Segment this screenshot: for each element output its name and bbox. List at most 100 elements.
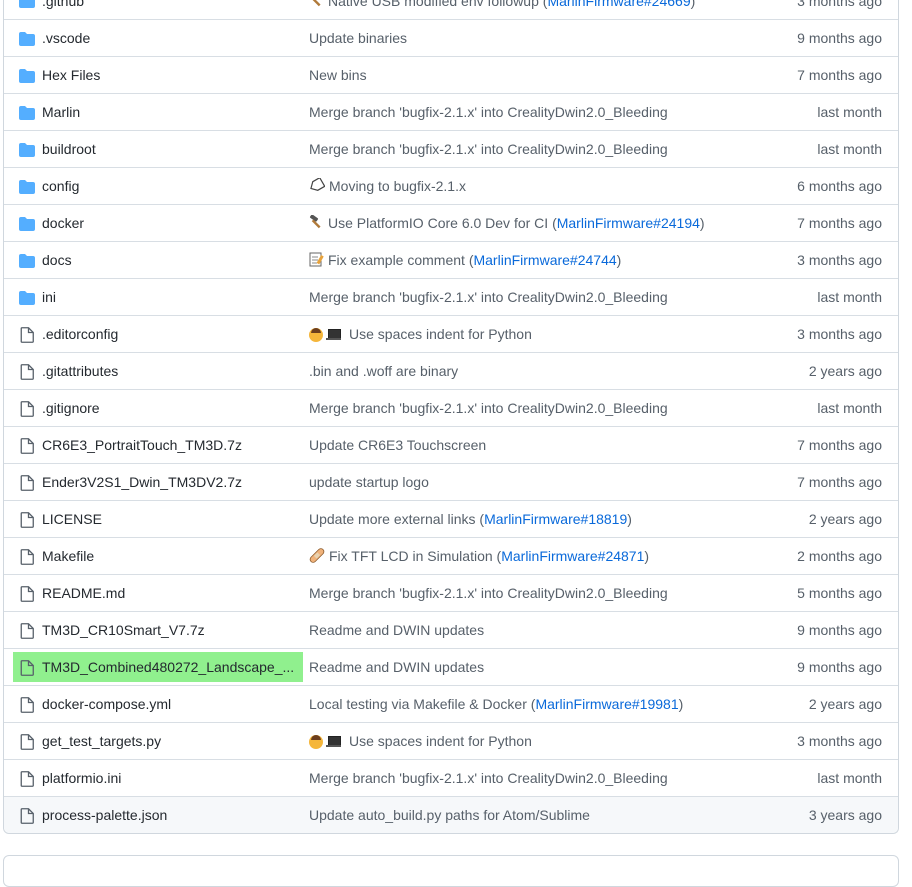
file-name-link[interactable]: Marlin bbox=[42, 104, 80, 120]
file-row[interactable]: config Moving to bugfix-2.1.x 6 months ago bbox=[4, 167, 898, 204]
file-row[interactable]: Ender3V2S1_Dwin_TM3DV2.7z update startup … bbox=[4, 463, 898, 500]
commit-message[interactable]: Readme and DWIN updates bbox=[309, 659, 484, 675]
file-name-link[interactable]: buildroot bbox=[42, 141, 96, 157]
pr-link[interactable]: MarlinFirmware#19981 bbox=[535, 696, 678, 712]
file-name-link[interactable]: docker-compose.yml bbox=[42, 696, 171, 712]
commit-age: 2 years ago bbox=[808, 511, 882, 527]
file-name-link[interactable]: Ender3V2S1_Dwin_TM3DV2.7z bbox=[42, 474, 242, 490]
commit-message[interactable]: Update CR6E3 Touchscreen bbox=[309, 437, 486, 453]
file-row[interactable]: .vscode Update binaries 9 months ago bbox=[4, 19, 898, 56]
commit-message[interactable]: Fix example comment (MarlinFirmware#2474… bbox=[309, 252, 621, 269]
folder-icon bbox=[18, 290, 36, 306]
commit-message[interactable]: Native USB modified env followup (Marlin… bbox=[309, 0, 695, 9]
file-name-link[interactable]: TM3D_CR10Smart_V7.7z bbox=[42, 622, 205, 638]
commit-message[interactable]: Merge branch 'bugfix-2.1.x' into Crealit… bbox=[309, 770, 668, 786]
file-row[interactable]: Makefile Fix TFT LCD in Simulation (Marli… bbox=[4, 537, 898, 574]
pr-link[interactable]: MarlinFirmware#24744 bbox=[473, 252, 616, 268]
file-name-link[interactable]: config bbox=[42, 178, 79, 194]
commit-age: last month bbox=[817, 104, 882, 120]
file-name-link[interactable]: .github bbox=[42, 0, 84, 9]
file-name-link[interactable]: README.md bbox=[42, 585, 125, 601]
commit-age: 7 months ago bbox=[797, 215, 882, 231]
technologist-icon bbox=[309, 326, 345, 342]
commit-message[interactable]: .bin and .woff are binary bbox=[309, 363, 458, 379]
file-icon bbox=[18, 697, 36, 713]
commit-message[interactable]: Use PlatformIO Core 6.0 Dev for CI (Marl… bbox=[309, 214, 705, 231]
commit-message[interactable]: Moving to bugfix-2.1.x bbox=[309, 176, 466, 194]
file-row[interactable]: docker Use PlatformIO Core 6.0 Dev for CI… bbox=[4, 204, 898, 241]
pr-link[interactable]: MarlinFirmware#24669 bbox=[547, 0, 690, 9]
commit-message[interactable]: Fix TFT LCD in Simulation (MarlinFirmwar… bbox=[309, 547, 650, 565]
file-name-link[interactable]: get_test_targets.py bbox=[42, 733, 161, 749]
file-row[interactable]: docker-compose.yml Local testing via Make… bbox=[4, 685, 898, 722]
commit-age: 3 months ago bbox=[797, 326, 882, 342]
file-row[interactable]: .gitattributes .bin and .woff are binary 2… bbox=[4, 352, 898, 389]
file-name-link[interactable]: docs bbox=[42, 252, 72, 268]
file-icon bbox=[18, 364, 36, 380]
commit-message[interactable]: Merge branch 'bugfix-2.1.x' into Crealit… bbox=[309, 141, 668, 157]
commit-message-text: ) bbox=[644, 548, 650, 564]
commit-message[interactable]: Readme and DWIN updates bbox=[309, 622, 484, 638]
commit-message[interactable]: update startup logo bbox=[309, 474, 429, 490]
commit-message[interactable]: Use spaces indent for Python bbox=[309, 733, 532, 749]
pr-link[interactable]: MarlinFirmware#18819 bbox=[484, 511, 627, 527]
commit-age: last month bbox=[817, 770, 882, 786]
file-name-link[interactable]: LICENSE bbox=[42, 511, 102, 527]
commit-message[interactable]: Update binaries bbox=[309, 30, 407, 46]
file-name-link[interactable]: platformio.ini bbox=[42, 770, 121, 786]
commit-message[interactable]: Use spaces indent for Python bbox=[309, 326, 532, 342]
file-row[interactable]: Hex Files New bins 7 months ago bbox=[4, 56, 898, 93]
file-row[interactable]: .github Native USB modified env followup … bbox=[4, 0, 898, 19]
commit-age: 9 months ago bbox=[797, 30, 882, 46]
commit-message-text: ) bbox=[699, 215, 705, 231]
file-name-link[interactable]: Hex Files bbox=[42, 67, 100, 83]
commit-message[interactable]: Merge branch 'bugfix-2.1.x' into Crealit… bbox=[309, 400, 668, 416]
file-row[interactable]: process-palette.json Update auto_build.py… bbox=[4, 796, 898, 833]
file-row[interactable]: .editorconfig Use spaces indent for Pytho… bbox=[4, 315, 898, 352]
file-name-link[interactable]: ini bbox=[42, 289, 56, 305]
readme-box bbox=[3, 855, 899, 887]
commit-message[interactable]: Merge branch 'bugfix-2.1.x' into Crealit… bbox=[309, 104, 668, 120]
file-row[interactable]: get_test_targets.py Use spaces indent for… bbox=[4, 722, 898, 759]
file-row[interactable]: ini Merge branch 'bugfix-2.1.x' into Crea… bbox=[4, 278, 898, 315]
file-row[interactable]: buildroot Merge branch 'bugfix-2.1.x' int… bbox=[4, 130, 898, 167]
file-name-link[interactable]: .vscode bbox=[42, 30, 90, 46]
commit-message[interactable]: New bins bbox=[309, 67, 367, 83]
file-row[interactable]: .gitignore Merge branch 'bugfix-2.1.x' in… bbox=[4, 389, 898, 426]
folder-icon bbox=[18, 68, 36, 84]
file-row[interactable]: docs Fix example comment (MarlinFirmware#… bbox=[4, 241, 898, 278]
pr-link[interactable]: MarlinFirmware#24194 bbox=[557, 215, 700, 231]
file-row[interactable]: LICENSE Update more external links (Marli… bbox=[4, 500, 898, 537]
commit-message[interactable]: Merge branch 'bugfix-2.1.x' into Crealit… bbox=[309, 585, 668, 601]
file-name-link[interactable]: TM3D_Combined480272_Landscape_... bbox=[42, 659, 294, 675]
file-name-link[interactable]: .gitignore bbox=[42, 400, 100, 416]
commit-message[interactable]: Update auto_build.py paths for Atom/Subl… bbox=[309, 807, 590, 823]
pr-link[interactable]: MarlinFirmware#24871 bbox=[501, 548, 644, 564]
file-name-link[interactable]: .editorconfig bbox=[42, 326, 118, 342]
file-name-link[interactable]: docker bbox=[42, 215, 84, 231]
commit-message[interactable]: Local testing via Makefile & Docker (Mar… bbox=[309, 696, 683, 712]
commit-message-text: ) bbox=[678, 696, 684, 712]
file-row[interactable]: README.md Merge branch 'bugfix-2.1.x' int… bbox=[4, 574, 898, 611]
file-row[interactable]: Marlin Merge branch 'bugfix-2.1.x' into C… bbox=[4, 93, 898, 130]
file-name-link[interactable]: .gitattributes bbox=[42, 363, 118, 379]
commit-message[interactable]: Merge branch 'bugfix-2.1.x' into Crealit… bbox=[309, 289, 668, 305]
file-row[interactable]: CR6E3_PortraitTouch_TM3D.7z Update CR6E3 … bbox=[4, 426, 898, 463]
commit-message[interactable]: Update more external links (MarlinFirmwa… bbox=[309, 511, 632, 527]
file-row[interactable]: TM3D_Combined480272_Landscape_... Readme … bbox=[4, 648, 898, 685]
commit-message-text: Update auto_build.py paths for Atom/Subl… bbox=[309, 807, 590, 823]
commit-age: 5 months ago bbox=[797, 585, 882, 601]
commit-message-text: Use spaces indent for Python bbox=[349, 733, 532, 749]
commit-message-text: ) bbox=[627, 511, 632, 527]
file-icon bbox=[18, 586, 36, 602]
file-name-link[interactable]: process-palette.json bbox=[42, 807, 167, 823]
file-row[interactable]: TM3D_CR10Smart_V7.7z Readme and DWIN upda… bbox=[4, 611, 898, 648]
file-icon bbox=[18, 438, 36, 454]
commit-message-text: Merge branch 'bugfix-2.1.x' into Crealit… bbox=[309, 585, 668, 601]
file-icon bbox=[18, 512, 36, 528]
file-name-link[interactable]: CR6E3_PortraitTouch_TM3D.7z bbox=[42, 437, 242, 453]
file-name-link[interactable]: Makefile bbox=[42, 548, 94, 564]
file-row[interactable]: platformio.ini Merge branch 'bugfix-2.1.x… bbox=[4, 759, 898, 796]
commit-message-text: update startup logo bbox=[309, 474, 429, 490]
file-icon bbox=[18, 771, 36, 787]
